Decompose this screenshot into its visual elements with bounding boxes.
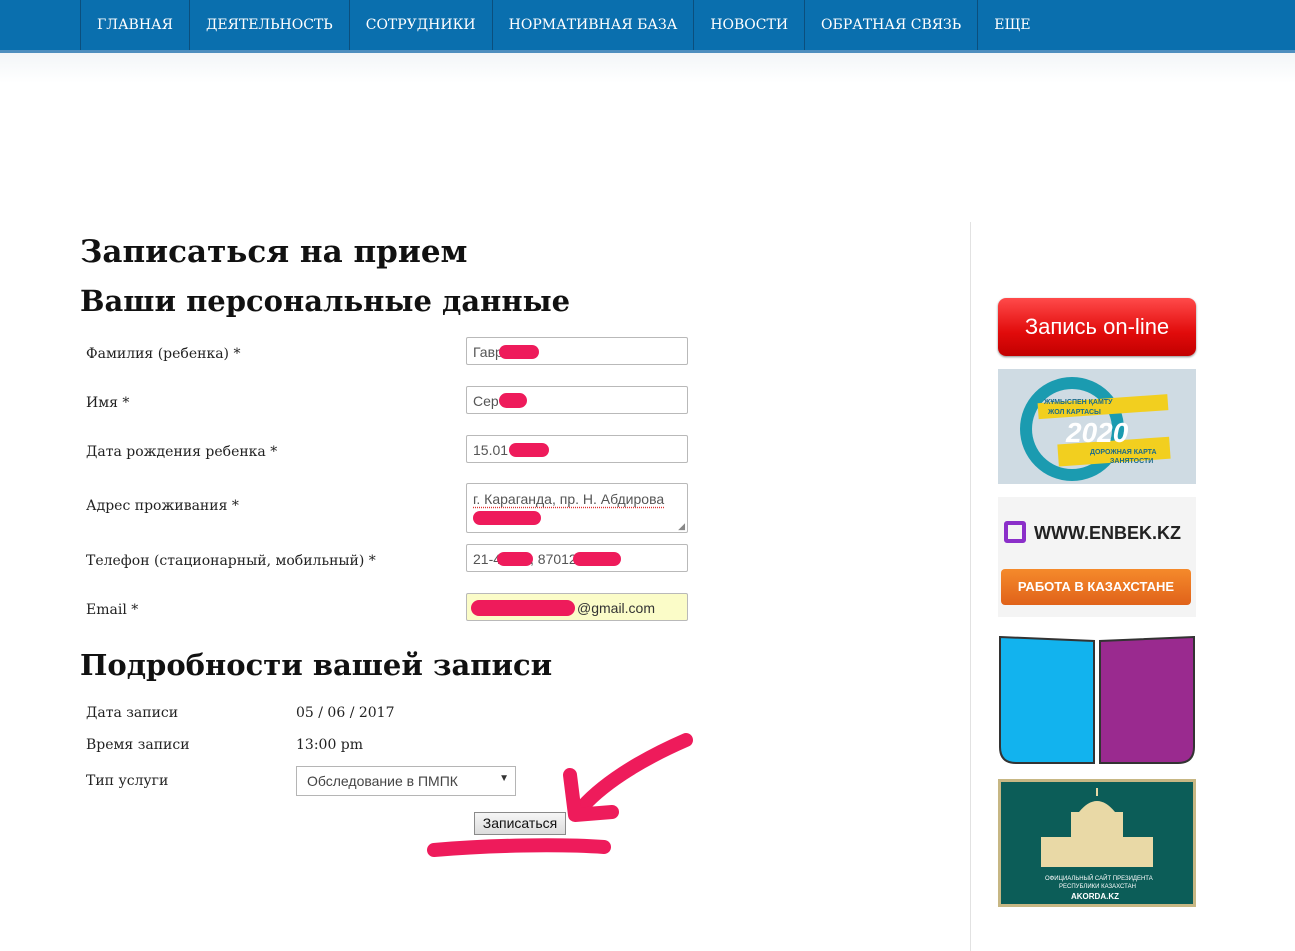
enbek-banner[interactable]: WWW.ENBEK.KZ РАБОТА В КАЗАХСТАНЕ [998, 497, 1196, 617]
enbek-job-button: РАБОТА В КАЗАХСТАНЕ [1001, 569, 1191, 605]
akorda-line3: AKORDA.KZ [1071, 892, 1119, 901]
annotation-arrow-shaft [571, 733, 693, 819]
roadmap-line2: ЖОЛ КАРТАСЫ [1048, 409, 1101, 416]
enbek-logo-icon [1004, 521, 1026, 543]
roadmap-2020-banner[interactable]: ЖҰМЫСПЕН ҚАМТУ ЖОЛ КАРТАСЫ 2020 ДОРОЖНАЯ… [998, 369, 1196, 484]
akorda-banner[interactable]: ОФИЦИАЛЬНЫЙ САЙТ ПРЕЗИДЕНТА РЕСПУБЛИКИ К… [998, 779, 1196, 907]
online-booking-label: Запись on-line [1024, 314, 1170, 339]
enbek-job-label: РАБОТА В КАЗАХСТАНЕ [1017, 579, 1175, 594]
roadmap-line3: ДОРОЖНАЯ КАРТА [1090, 449, 1157, 456]
roadmap-line1: ЖҰМЫСПЕН ҚАМТУ [1044, 399, 1113, 406]
roadmap-line4: ЗАНЯТОСТИ [1110, 458, 1154, 465]
annotation-underline [427, 838, 611, 857]
online-booking-banner[interactable]: Запись on-line [998, 298, 1196, 356]
roadmap-year: 2020 [1066, 417, 1129, 448]
sidebar-divider [970, 222, 971, 951]
akorda-line1: ОФИЦИАЛЬНЫЙ САЙТ ПРЕЗИДЕНТА [1045, 876, 1153, 882]
akorda-line2: РЕСПУБЛИКИ КАЗАХСТАН [1059, 884, 1136, 890]
book-logo-banner[interactable] [998, 633, 1196, 765]
enbek-site-label: WWW.ENBEK.KZ [1034, 523, 1181, 543]
open-book-icon [999, 635, 1195, 764]
